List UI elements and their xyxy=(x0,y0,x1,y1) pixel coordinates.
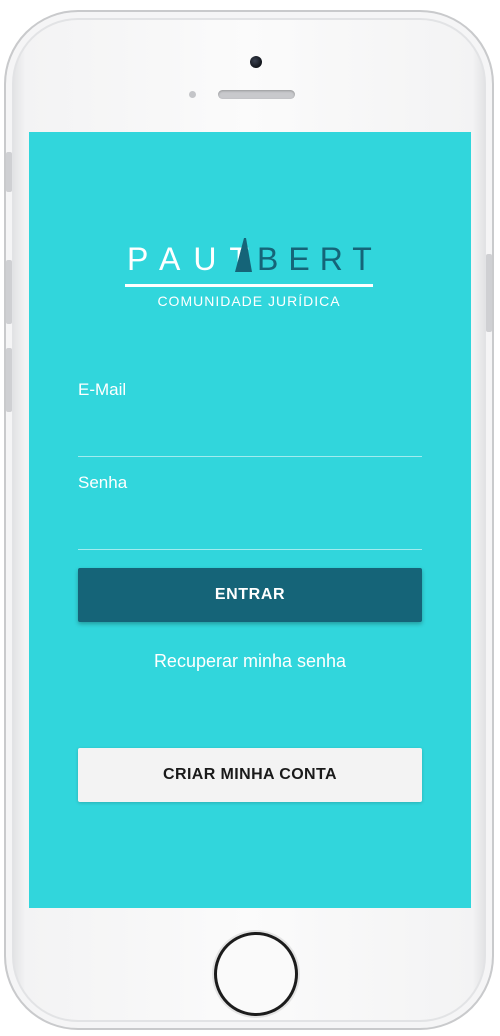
logo-divider xyxy=(125,284,373,287)
create-account-button[interactable]: CRIAR MINHA CONTA xyxy=(78,748,422,802)
email-field[interactable] xyxy=(78,418,422,448)
email-label: E-Mail xyxy=(78,380,127,399)
power-button xyxy=(486,254,492,332)
password-field[interactable] xyxy=(78,511,422,541)
password-underline xyxy=(78,549,422,550)
login-button[interactable]: ENTRAR xyxy=(78,568,422,622)
recover-password-link[interactable]: Recuperar minha senha xyxy=(29,651,471,672)
volume-up-button xyxy=(6,260,12,324)
logo-wordmark-right: BERTA xyxy=(257,241,377,277)
password-label: Senha xyxy=(78,473,128,492)
home-button[interactable] xyxy=(214,932,298,1016)
earpiece-speaker xyxy=(218,90,295,99)
proximity-sensor xyxy=(189,91,196,98)
front-camera xyxy=(250,56,262,68)
app-screen: PAUT BERTA COMUNIDADE JURÍDICA E-Mail Se… xyxy=(29,132,471,908)
email-underline xyxy=(78,456,422,457)
app-logo: PAUT BERTA COMUNIDADE JURÍDICA xyxy=(125,238,377,309)
volume-down-button xyxy=(6,348,12,412)
mute-switch xyxy=(6,152,12,192)
logo-tagline: COMUNIDADE JURÍDICA xyxy=(157,293,340,309)
